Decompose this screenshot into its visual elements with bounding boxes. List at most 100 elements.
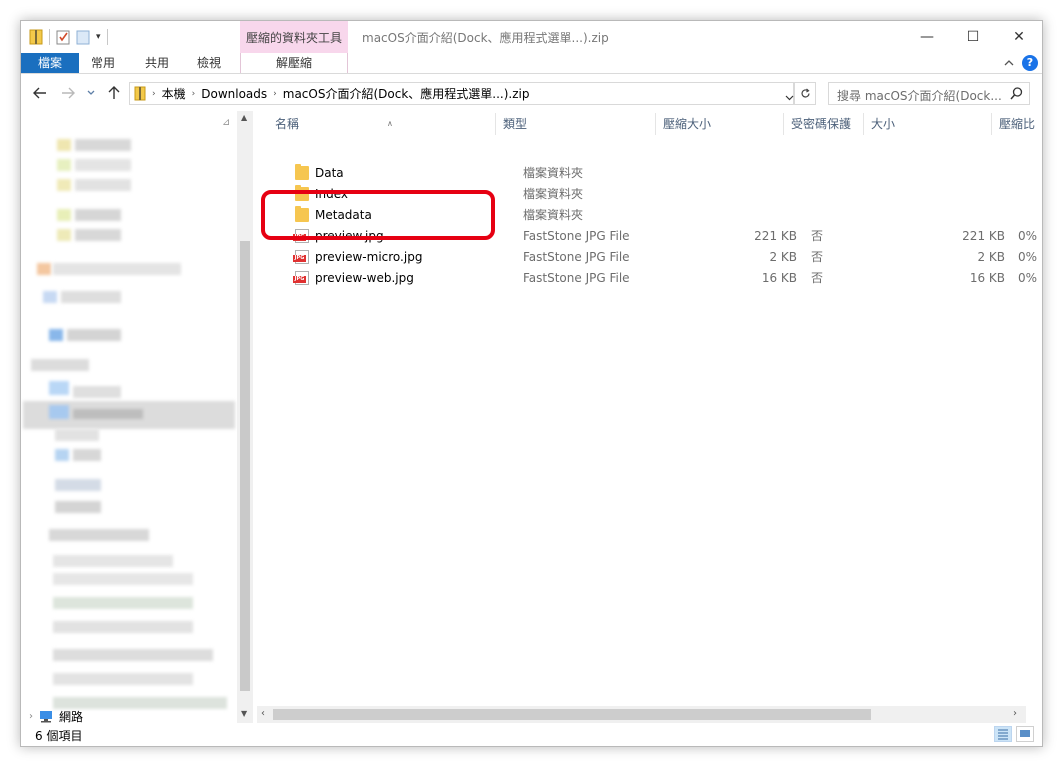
- minimize-button[interactable]: —: [904, 21, 950, 53]
- column-header-password[interactable]: 受密碼保護: [785, 113, 865, 135]
- ribbon-tabs: 檔案 常用 共用 檢視 解壓縮 ?: [21, 53, 1042, 74]
- nav-item-blurred[interactable]: [55, 479, 101, 491]
- table-row[interactable]: JPG preview-web.jpg FastStone JPG File 1…: [257, 268, 1042, 289]
- status-bar: 6 個項目: [21, 723, 1042, 746]
- nav-item-blurred[interactable]: [49, 329, 63, 341]
- column-separator[interactable]: [863, 113, 864, 135]
- nav-item-blurred[interactable]: [57, 179, 71, 191]
- nav-item-blurred[interactable]: [55, 501, 101, 513]
- column-header-type[interactable]: 類型: [497, 113, 657, 135]
- nav-item-blurred[interactable]: [75, 229, 121, 241]
- column-header-name[interactable]: 名稱 ∧: [269, 113, 497, 135]
- tab-extract[interactable]: 解壓縮: [240, 53, 348, 73]
- nav-item-blurred[interactable]: [57, 229, 71, 241]
- nav-item-blurred[interactable]: [37, 263, 51, 275]
- scroll-right-icon[interactable]: ›: [1013, 708, 1017, 719]
- column-separator[interactable]: [783, 113, 784, 135]
- nav-item-blurred[interactable]: [55, 429, 99, 441]
- file-name: preview-micro.jpg: [315, 250, 423, 264]
- tab-home[interactable]: 常用: [81, 53, 125, 73]
- column-header-compressed-size[interactable]: 壓縮大小: [657, 113, 785, 135]
- table-row[interactable]: JPG preview-micro.jpg FastStone JPG File…: [257, 247, 1042, 268]
- nav-item-blurred[interactable]: [53, 649, 213, 661]
- nav-item-blurred[interactable]: [75, 179, 131, 191]
- pin-icon: ⊿: [222, 117, 231, 128]
- qat-dropdown-icon[interactable]: ▾: [96, 32, 101, 42]
- nav-item-blurred[interactable]: [57, 159, 71, 171]
- nav-item-blurred[interactable]: [73, 449, 101, 461]
- title-bar: ▾ 壓縮的資料夾工具 macOS介面介紹(Dock、應用程式選單...).zip…: [21, 21, 1042, 53]
- nav-item-blurred[interactable]: [43, 291, 57, 303]
- forward-button[interactable]: [59, 83, 77, 103]
- details-view-button[interactable]: [994, 726, 1012, 742]
- nav-item-blurred[interactable]: [49, 405, 69, 419]
- maximize-button[interactable]: ☐: [950, 21, 996, 53]
- zip-folder-icon: [29, 29, 43, 45]
- address-bar[interactable]: › 本機 › Downloads › macOS介面介紹(Dock、應用程式選單…: [129, 82, 794, 105]
- tab-file[interactable]: 檔案: [21, 53, 79, 73]
- column-header-size[interactable]: 大小: [865, 113, 991, 135]
- nav-item-blurred[interactable]: [75, 209, 121, 221]
- nav-item-blurred[interactable]: [53, 597, 193, 609]
- nav-item-blurred[interactable]: [55, 449, 69, 461]
- nav-item-blurred[interactable]: [53, 555, 173, 567]
- nav-item-blurred[interactable]: [53, 673, 193, 685]
- breadcrumb-zip[interactable]: macOS介面介紹(Dock、應用程式選單...).zip: [283, 85, 530, 102]
- table-row[interactable]: Data 檔案資料夾: [257, 163, 1042, 184]
- back-button[interactable]: [31, 83, 49, 103]
- nav-item-blurred[interactable]: [31, 359, 89, 371]
- scroll-down-icon[interactable]: ▼: [241, 709, 247, 718]
- search-input[interactable]: 搜尋 macOS介面介紹(Dock...: [828, 82, 1030, 105]
- horizontal-scroll-thumb[interactable]: [273, 709, 871, 720]
- column-separator[interactable]: [655, 113, 656, 135]
- nav-item-blurred[interactable]: [75, 159, 131, 171]
- properties-icon[interactable]: [56, 29, 70, 45]
- file-compressed-size: 221 KB: [754, 229, 797, 243]
- breadcrumb-this-pc[interactable]: 本機: [162, 85, 186, 102]
- scroll-up-icon[interactable]: ▲: [241, 113, 247, 122]
- search-icon[interactable]: [1010, 87, 1023, 100]
- refresh-button[interactable]: [794, 82, 816, 105]
- horizontal-scrollbar[interactable]: ‹ ›: [257, 706, 1026, 723]
- file-size: 16 KB: [969, 271, 1005, 285]
- file-type: 檔案資料夾: [523, 166, 584, 180]
- quick-access-toolbar: ▾: [29, 27, 108, 47]
- file-ratio: 0%: [1018, 250, 1038, 264]
- large-icons-view-button[interactable]: [1016, 726, 1034, 742]
- nav-item-blurred[interactable]: [61, 291, 121, 303]
- help-icon[interactable]: ?: [1022, 55, 1038, 71]
- column-header-ratio[interactable]: 壓縮比: [993, 113, 1042, 135]
- tab-view[interactable]: 檢視: [187, 53, 231, 73]
- nav-scroll-thumb[interactable]: [240, 241, 250, 691]
- up-button[interactable]: [105, 83, 123, 103]
- column-separator[interactable]: [495, 113, 496, 135]
- chevron-right-icon[interactable]: ›: [29, 711, 33, 722]
- nav-item-blurred[interactable]: [53, 573, 193, 585]
- nav-pane-scrollbar[interactable]: ▲ ▼: [237, 111, 253, 723]
- nav-item-blurred[interactable]: [53, 263, 181, 275]
- qat-separator: [106, 29, 108, 45]
- file-type: 檔案資料夾: [523, 187, 584, 201]
- window-title: macOS介面介紹(Dock、應用程式選單...).zip: [362, 31, 609, 45]
- nav-item-blurred[interactable]: [57, 139, 71, 151]
- nav-item-blurred[interactable]: [49, 529, 149, 541]
- close-button[interactable]: ✕: [996, 21, 1042, 53]
- tab-share[interactable]: 共用: [135, 53, 179, 73]
- breadcrumb: › 本機 › Downloads › macOS介面介紹(Dock、應用程式選單…: [134, 83, 529, 104]
- breadcrumb-downloads[interactable]: Downloads: [201, 87, 267, 101]
- scroll-left-icon[interactable]: ‹: [261, 708, 265, 719]
- new-folder-icon[interactable]: [76, 29, 90, 45]
- nav-item-blurred[interactable]: [73, 386, 121, 398]
- highlight-annotation: [261, 190, 495, 240]
- nav-item-blurred[interactable]: [67, 329, 121, 341]
- collapse-ribbon-icon[interactable]: [1003, 57, 1015, 69]
- file-type: 檔案資料夾: [523, 208, 584, 222]
- nav-item-blurred[interactable]: [49, 381, 69, 395]
- nav-item-blurred[interactable]: [57, 209, 71, 221]
- jpg-file-icon: JPG: [293, 250, 309, 264]
- nav-item-blurred[interactable]: [73, 409, 143, 419]
- column-separator[interactable]: [991, 113, 992, 135]
- recent-locations-button[interactable]: [85, 83, 97, 103]
- nav-item-blurred[interactable]: [53, 621, 193, 633]
- nav-item-blurred[interactable]: [75, 139, 131, 151]
